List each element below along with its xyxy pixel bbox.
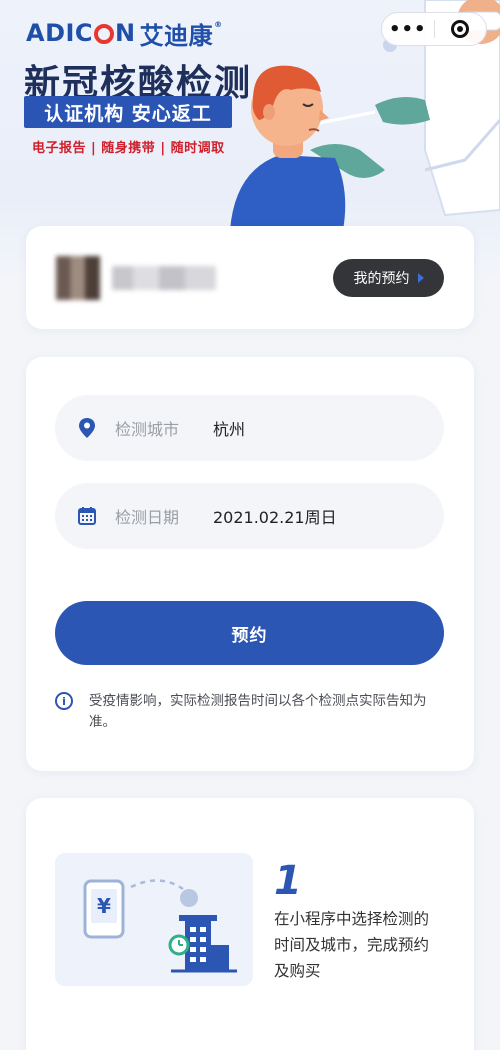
- my-orders-button[interactable]: 我的预约: [333, 259, 444, 297]
- banner-features: 电子报告 | 随身携带 | 随时调取: [32, 141, 225, 156]
- step-number: 1: [274, 858, 302, 904]
- close-miniprogram-button[interactable]: [434, 13, 486, 45]
- miniprogram-capsule: •••: [381, 12, 487, 46]
- adicon-logo: ADIC N 艾迪康 ®: [26, 16, 223, 50]
- notice-text: 受疫情影响，实际检测报告时间以各个检测点实际告知为准。: [89, 693, 427, 730]
- info-icon: i: [55, 692, 73, 710]
- banner-slogan: 认证机构 安心返工: [24, 96, 232, 128]
- date-selector[interactable]: 检测日期 2021.02.21周日: [55, 483, 444, 549]
- user-card: 我的预约: [26, 226, 474, 329]
- step-description: 在小程序中选择检测的时间及城市，完成预约及购买: [274, 910, 430, 980]
- city-value: 杭州: [213, 420, 246, 439]
- my-orders-label: 我的预约: [353, 271, 410, 287]
- book-button[interactable]: 预约: [55, 601, 444, 665]
- logo-text-cn: 艾迪康: [139, 21, 214, 50]
- avatar: [56, 256, 100, 300]
- username-blurred: [112, 266, 216, 290]
- date-value: 2021.02.21周日: [213, 508, 337, 527]
- play-arrow-icon: [417, 273, 424, 283]
- logo-text-en-suffix: N: [115, 19, 136, 47]
- notice: i 受疫情影响，实际检测报告时间以各个检测点实际告知为准。: [55, 691, 445, 733]
- location-pin-icon: [79, 418, 95, 438]
- phone-to-building-illustration: ¥: [83, 879, 237, 973]
- logo-o-mark: [94, 24, 115, 44]
- city-label: 检测城市: [115, 420, 180, 439]
- yuan-symbol: ¥: [97, 894, 111, 918]
- city-selector[interactable]: 检测城市 杭州: [55, 395, 444, 461]
- logo-text-en: ADIC: [26, 19, 94, 47]
- booking-form-card: 检测城市 杭州 检测日期 2021.02.21周日 预约 i 受疫情影响，实际检…: [26, 357, 474, 771]
- calendar-icon: [78, 507, 96, 525]
- step-illustration: ¥: [55, 853, 253, 986]
- target-circle-icon: [451, 20, 470, 38]
- more-menu-button[interactable]: •••: [382, 13, 434, 45]
- step-card: ¥ 1 在小程序中选择检测的时间及城市，完成预约及购买: [26, 798, 474, 1050]
- date-label: 检测日期: [115, 508, 180, 527]
